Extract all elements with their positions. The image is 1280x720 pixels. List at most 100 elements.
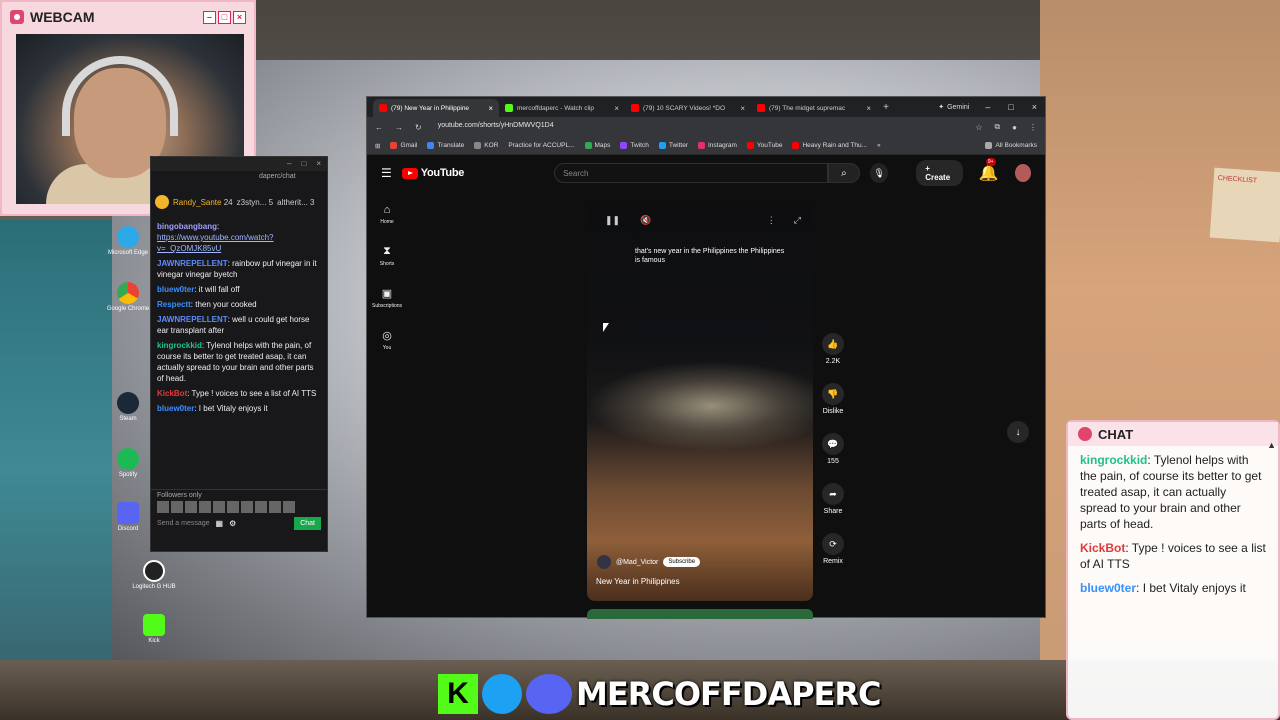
guide-item-home[interactable]: ⌂ Home (367, 193, 407, 235)
reload-icon[interactable]: ↻ (415, 123, 422, 132)
search-input[interactable]: Search (554, 163, 828, 183)
desktop-icon-steam[interactable]: Steam (106, 392, 150, 422)
more-options-icon[interactable]: ⋮ (767, 215, 776, 226)
minimize-icon[interactable]: – (985, 102, 990, 112)
chat-username[interactable]: bluew0ter (1080, 581, 1136, 595)
guide-item-you[interactable]: ◎ You (367, 319, 407, 361)
desktop-icon-chrome[interactable]: Google Chrome (106, 282, 150, 312)
url-input[interactable]: youtube.com/shorts/yHnDMWVQ1D4 (433, 120, 964, 134)
more-bookmarks-icon[interactable]: » (877, 142, 881, 149)
desktop-icon-kick[interactable]: Kick (132, 614, 176, 644)
extensions-icon[interactable]: ⧉ (994, 122, 1000, 132)
chat-username[interactable]: KickBot (157, 389, 187, 398)
pause-icon[interactable]: ❚❚ (605, 215, 620, 226)
minimize-icon[interactable]: – (203, 10, 216, 24)
bookmark[interactable]: Gmail (390, 142, 417, 149)
fullscreen-icon[interactable]: ⤢ (794, 215, 801, 226)
emote[interactable] (241, 501, 253, 513)
chat-username[interactable]: kingrockkid (157, 341, 202, 350)
chat-username[interactable]: KickBot (1080, 541, 1125, 555)
bookmark-star-icon[interactable]: ☆ (975, 123, 982, 132)
dislike-button[interactable]: 👎 Dislike (819, 383, 847, 433)
search-button[interactable]: ⌕ (827, 163, 861, 183)
chat-username[interactable]: bingobangbang (157, 222, 217, 231)
emote[interactable] (213, 501, 225, 513)
next-video-button[interactable]: ↓ (1007, 421, 1029, 443)
close-tab-icon[interactable]: × (866, 104, 871, 113)
profile-icon[interactable]: ● (1012, 123, 1017, 132)
close-tab-icon[interactable]: × (740, 104, 745, 113)
hamburger-menu-icon[interactable]: ☰ (381, 166, 392, 180)
subscribe-button[interactable]: Subscribe (663, 557, 701, 567)
gift-icon[interactable]: ▦ (216, 519, 224, 528)
browser-tab[interactable]: (79) The midget supremac × (751, 99, 877, 117)
emote[interactable] (185, 501, 197, 513)
emote[interactable] (269, 501, 281, 513)
remix-button[interactable]: ⟳ Remix (819, 533, 847, 583)
chat-username[interactable]: bluew0ter (157, 404, 194, 413)
chat-username[interactable]: JAWNREPELLENT (157, 259, 228, 268)
share-button[interactable]: ➦ Share (819, 483, 847, 533)
chat-username[interactable]: JAWNREPELLENT (157, 315, 228, 324)
chat-input[interactable]: Send a message (157, 520, 210, 527)
voice-search-button[interactable]: 🎙 (870, 163, 889, 183)
settings-icon[interactable]: ⚙ (229, 519, 236, 528)
guide-item-shorts[interactable]: ⧗ Shorts (367, 235, 407, 277)
emote[interactable] (227, 501, 239, 513)
emote[interactable] (255, 501, 267, 513)
bookmark[interactable]: Maps (584, 142, 610, 149)
chat-username[interactable]: bluew0ter (157, 285, 194, 294)
short-title[interactable]: New Year in Philippines (596, 577, 680, 586)
menu-icon[interactable]: ⋮ (1029, 123, 1037, 132)
emote[interactable] (283, 501, 295, 513)
scroll-up-icon[interactable]: ▲ (1267, 440, 1276, 450)
chat-send-button[interactable]: Chat (294, 517, 321, 530)
forward-icon[interactable]: → (395, 123, 403, 132)
new-tab-icon[interactable]: + (877, 102, 895, 113)
close-icon[interactable]: × (233, 10, 246, 24)
mute-icon[interactable]: 🔇 (640, 215, 651, 226)
close-icon[interactable]: × (1032, 102, 1037, 112)
emote[interactable] (171, 501, 183, 513)
desktop-icon-ghub[interactable]: Logitech G HUB (132, 560, 176, 590)
desktop-icon-spotify[interactable]: Spotify (106, 448, 150, 478)
apps-icon[interactable]: ⊞ (375, 142, 380, 150)
browser-tab[interactable]: (79) 10 SCARY Videos! *DO × (625, 99, 751, 117)
bookmark[interactable]: Translate (427, 142, 464, 149)
bookmark[interactable]: YouTube (746, 142, 782, 149)
browser-tab[interactable]: mercoffdaperc - Watch clip × (499, 99, 625, 117)
emote[interactable] (199, 501, 211, 513)
browser-tab[interactable]: (79) New Year in Philippine × (373, 99, 499, 117)
chat-username[interactable]: kingrockkid (1080, 453, 1147, 467)
emote[interactable] (157, 501, 169, 513)
back-icon[interactable]: ← (375, 123, 383, 132)
maximize-icon[interactable]: □ (301, 159, 306, 169)
next-short-preview[interactable] (587, 609, 813, 619)
bookmark[interactable]: Twitter (658, 142, 688, 149)
close-tab-icon[interactable]: × (488, 104, 493, 113)
guide-item-subscriptions[interactable]: ▣ Subscriptions (367, 277, 407, 319)
bookmark[interactable]: Practice for ACCUPL... (508, 142, 574, 149)
short-video-player[interactable]: ❚❚ 🔇 ⋮ ⤢ that's new year in the Philippin… (587, 201, 813, 601)
chat-username[interactable]: Respectt (157, 300, 191, 309)
bookmark[interactable]: Instagram (697, 142, 737, 149)
channel-name[interactable]: @Mad_Victor (616, 559, 658, 566)
comments-button[interactable]: 💬 155 (819, 433, 847, 483)
close-tab-icon[interactable]: × (614, 104, 619, 113)
gemini-button[interactable]: ✦ Gemini (930, 103, 977, 112)
bookmark[interactable]: Heavy Rain and Thu... (792, 142, 867, 149)
notifications-button[interactable]: 🔔 9+ (979, 158, 999, 183)
maximize-icon[interactable]: □ (1008, 102, 1013, 112)
create-button[interactable]: + Create (916, 160, 963, 186)
account-avatar[interactable] (1014, 164, 1031, 182)
maximize-icon[interactable]: □ (218, 10, 231, 24)
desktop-icon-edge[interactable]: Microsoft Edge (106, 226, 150, 256)
minimize-icon[interactable]: – (287, 159, 291, 169)
youtube-logo[interactable]: YouTube (401, 167, 464, 179)
bookmark[interactable]: KOR (474, 142, 498, 149)
all-bookmarks[interactable]: All Bookmarks (985, 142, 1037, 149)
bookmark[interactable]: Twitch (620, 142, 649, 149)
chat-link[interactable]: https://www.youtube.com/watch?v=_QzOMJK8… (157, 233, 274, 253)
channel-avatar[interactable] (597, 555, 611, 569)
desktop-icon-discord[interactable]: Discord (106, 502, 150, 532)
